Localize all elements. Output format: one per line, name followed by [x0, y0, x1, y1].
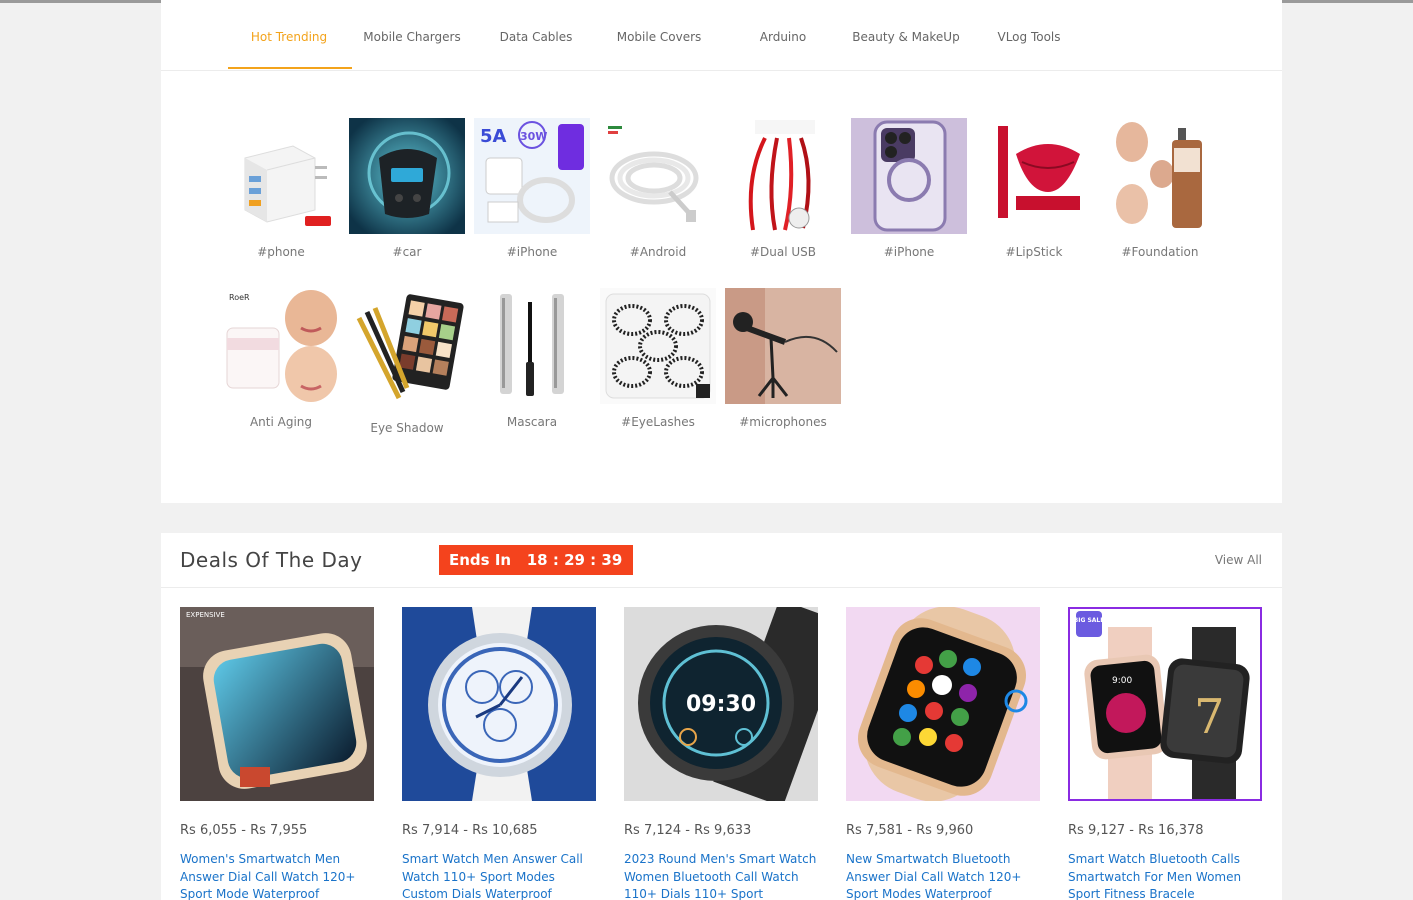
product-name-link[interactable]: Smart Watch Bluetooth Calls Smartwatch F… [1068, 851, 1262, 900]
svg-text:RoeR: RoeR [229, 293, 250, 302]
product-name-link[interactable]: 2023 Round Men's Smart Watch Women Bluet… [624, 851, 818, 900]
category-label: #Foundation [1121, 245, 1199, 259]
tab-mobile-chargers[interactable]: Mobile Chargers [363, 30, 460, 44]
iphone-charger-image: 5A 30W [474, 118, 590, 234]
svg-text:5A: 5A [480, 126, 507, 147]
watch-time-display: 09:30 [686, 692, 756, 717]
category-label: #phone [257, 245, 305, 259]
category-label: Eye Shadow [370, 421, 444, 435]
hot-categories-panel: Hot Trending Mobile Chargers Data Cables… [161, 0, 1282, 503]
mascara-image [474, 288, 590, 404]
category-label: #microphones [739, 415, 827, 429]
category-label: #Dual USB [749, 245, 817, 259]
category-item[interactable]: Mascara [473, 288, 591, 429]
product-price: Rs 6,055 - Rs 7,955 [180, 823, 308, 838]
category-label: Mascara [506, 415, 558, 429]
category-tabs: Hot Trending Mobile Chargers Data Cables… [161, 0, 1282, 71]
watch-face-time: 9:00 [1112, 676, 1132, 686]
product-card[interactable]: Rs 7,914 - Rs 10,685 Smart Watch Men Ans… [402, 607, 596, 900]
eyelashes-image [600, 288, 716, 404]
product-image[interactable] [402, 607, 596, 801]
product-card[interactable]: EXPENSIVE Rs 6,055 - Rs 7,955 Women's Sm… [180, 607, 374, 900]
view-all-link[interactable]: View All [1215, 553, 1262, 567]
product-price: Rs 7,581 - Rs 9,960 [846, 823, 974, 838]
category-label: #EyeLashes [621, 415, 695, 429]
category-item[interactable]: 5A 30W #iPhone [473, 118, 591, 259]
category-item[interactable]: #iPhone [850, 118, 968, 259]
category-item[interactable]: #Foundation [1101, 118, 1219, 259]
deals-title: Deals Of The Day [180, 548, 363, 572]
category-label: #iPhone [883, 245, 935, 259]
product-image[interactable] [846, 607, 1040, 801]
category-item[interactable]: #Dual USB [724, 118, 842, 259]
product-name-link[interactable]: New Smartwatch Bluetooth Answer Dial Cal… [846, 851, 1040, 900]
product-name-link[interactable]: Smart Watch Men Answer Call Watch 110+ S… [402, 851, 596, 900]
foundation-image [1102, 118, 1218, 234]
deals-of-the-day-panel: Deals Of The Day Ends In 18 : 29 : 39 Vi… [161, 533, 1282, 900]
active-tab-indicator [228, 67, 352, 69]
category-item[interactable]: RoeR Anti Aging [222, 288, 340, 429]
category-item[interactable]: #EyeLashes [599, 288, 717, 429]
deals-countdown: Ends In 18 : 29 : 39 [439, 545, 633, 575]
product-card[interactable]: 09:30 Rs 7,124 - Rs 9,633 2023 Round Men… [624, 607, 818, 900]
tab-mobile-covers[interactable]: Mobile Covers [617, 30, 702, 44]
product-price: Rs 7,914 - Rs 10,685 [402, 823, 538, 838]
usb-cable-image [725, 118, 841, 234]
product-price: Rs 9,127 - Rs 16,378 [1068, 823, 1204, 838]
category-label: #Android [629, 245, 687, 259]
product-image[interactable]: EXPENSIVE [180, 607, 374, 801]
category-label: #iPhone [506, 245, 558, 259]
product-image[interactable]: BIG SALE 9:00 7 [1068, 607, 1262, 801]
palette-image [349, 288, 465, 404]
product-card[interactable]: BIG SALE 9:00 7 Rs 9,127 - Rs 16,378 Sma… [1068, 607, 1262, 900]
tab-beauty-makeup[interactable]: Beauty & MakeUp [852, 30, 959, 44]
countdown-value: 18 : 29 : 39 [526, 551, 623, 569]
category-label: #LipStick [1005, 245, 1063, 259]
tab-vlog-tools[interactable]: VLog Tools [997, 30, 1060, 44]
phone-case-image [851, 118, 967, 234]
car-charger-image [349, 118, 465, 234]
category-label: #car [392, 245, 422, 259]
product-name-link[interactable]: Women's Smartwatch Men Answer Dial Call … [180, 851, 374, 900]
cream-image: RoeR [223, 288, 339, 404]
microphone-image [725, 288, 841, 404]
product-price: Rs 7,124 - Rs 9,633 [624, 823, 752, 838]
lipstick-image [976, 118, 1092, 234]
category-item[interactable]: Eye Shadow [348, 288, 466, 435]
tab-hot-trending[interactable]: Hot Trending [251, 30, 327, 44]
tab-arduino[interactable]: Arduino [760, 30, 806, 44]
product-image[interactable]: 09:30 [624, 607, 818, 801]
deals-header: Deals Of The Day Ends In 18 : 29 : 39 Vi… [161, 533, 1282, 588]
countdown-label: Ends In [449, 551, 512, 569]
charger-image [223, 118, 339, 234]
product-card[interactable]: Rs 7,581 - Rs 9,960 New Smartwatch Bluet… [846, 607, 1040, 900]
product-brand-label: EXPENSIVE [186, 611, 225, 619]
tab-data-cables[interactable]: Data Cables [500, 30, 573, 44]
cable-image [600, 118, 716, 234]
category-item[interactable]: #car [348, 118, 466, 259]
category-item[interactable]: #phone [222, 118, 340, 259]
watch-face-number: 7 [1194, 689, 1225, 745]
category-label: Anti Aging [249, 415, 313, 429]
svg-text:30W: 30W [520, 130, 547, 143]
big-sale-badge: BIG SALE [1074, 617, 1105, 624]
category-item[interactable]: #Android [599, 118, 717, 259]
category-item[interactable]: #LipStick [975, 118, 1093, 259]
category-item[interactable]: #microphones [724, 288, 842, 429]
